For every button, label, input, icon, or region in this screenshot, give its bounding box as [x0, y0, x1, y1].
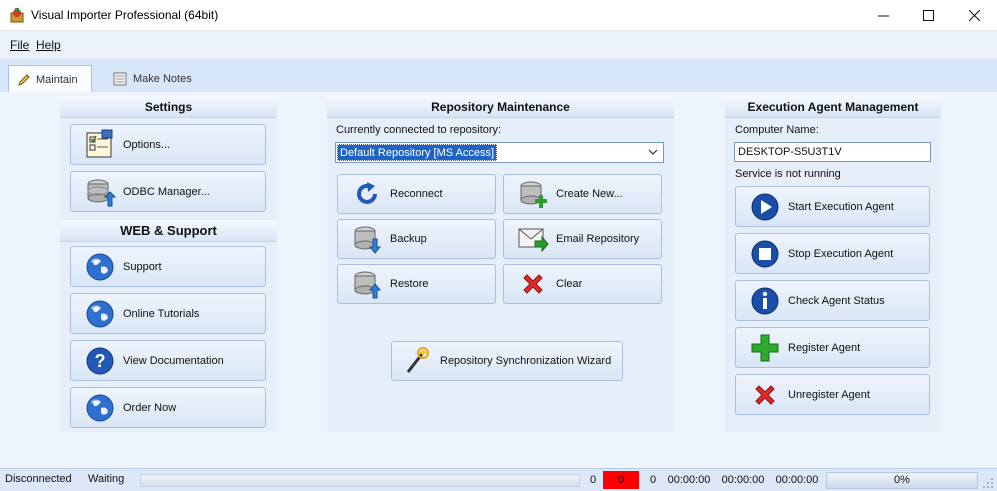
reconnect-button[interactable]: Reconnect	[337, 174, 496, 214]
options-button[interactable]: Options...	[70, 124, 266, 165]
tab-maintain-label: Maintain	[36, 74, 78, 86]
status-bar: Disconnected Waiting 0 0 0 00:00:00 00:0…	[0, 468, 997, 491]
tab-make-notes[interactable]: Make Notes	[104, 65, 200, 93]
minimize-icon	[877, 15, 889, 17]
overall-progress-bar: 0%	[826, 472, 978, 489]
timer-2: 00:00:00	[721, 474, 765, 486]
repository-selected-value: Default Repository [MS Access]	[337, 144, 498, 161]
red-x-icon	[748, 379, 782, 411]
connection-status: Disconnected	[5, 473, 72, 485]
plus-icon	[748, 332, 782, 364]
error-counter: 0	[603, 471, 639, 489]
globe-icon	[83, 298, 117, 330]
sync-wizard-label: Repository Synchronization Wizard	[440, 355, 612, 367]
stop-icon	[748, 238, 782, 270]
timer-3: 00:00:00	[775, 474, 819, 486]
repository-header: Repository Maintenance	[327, 96, 674, 118]
support-button[interactable]: Support	[70, 246, 266, 287]
check-agent-status-label: Check Agent Status	[788, 294, 885, 307]
pencil-icon	[18, 74, 30, 86]
order-now-button[interactable]: Order Now	[70, 387, 266, 428]
restore-button[interactable]: Restore	[337, 264, 496, 304]
globe-icon	[83, 392, 117, 424]
web-support-header: WEB & Support	[60, 220, 277, 242]
tab-make-notes-label: Make Notes	[133, 73, 192, 85]
red-x-icon	[516, 268, 550, 300]
options-label: Options...	[123, 138, 171, 151]
chevron-down-icon	[648, 149, 658, 155]
title-bar: Visual Importer Professional (64bit)	[0, 0, 997, 31]
maintain-tab-content: Settings Options... ODBC Manager... WEB …	[0, 92, 997, 468]
view-documentation-label: View Documentation	[123, 354, 224, 367]
timer-1: 00:00:00	[667, 474, 711, 486]
minimize-button[interactable]	[860, 0, 906, 31]
create-new-label: Create New...	[556, 188, 623, 200]
computer-name-label: Computer Name:	[735, 124, 819, 136]
unregister-agent-button[interactable]: Unregister Agent	[735, 374, 930, 415]
menu-help[interactable]: Help	[36, 38, 61, 52]
start-agent-button[interactable]: Start Execution Agent	[735, 186, 930, 227]
agent-header: Execution Agent Management	[725, 96, 941, 118]
sync-wizard-button[interactable]: Repository Synchronization Wizard	[391, 341, 623, 381]
support-label: Support	[123, 260, 162, 273]
reconnect-label: Reconnect	[390, 188, 443, 200]
clear-button[interactable]: Clear	[503, 264, 662, 304]
check-agent-status-button[interactable]: Check Agent Status	[735, 280, 930, 321]
app-icon	[10, 8, 24, 23]
counter-1: 0	[589, 474, 597, 486]
notebook-icon	[113, 72, 127, 86]
create-new-button[interactable]: Create New...	[503, 174, 662, 214]
start-agent-label: Start Execution Agent	[788, 200, 894, 213]
maximize-button[interactable]	[905, 0, 951, 31]
backup-label: Backup	[390, 233, 427, 245]
close-button[interactable]	[951, 0, 997, 31]
globe-icon	[83, 251, 117, 283]
help-icon: ?	[83, 345, 117, 377]
service-status-text: Service is not running	[735, 168, 841, 180]
info-icon	[748, 285, 782, 317]
menu-bar: File Help	[0, 31, 997, 59]
online-tutorials-button[interactable]: Online Tutorials	[70, 293, 266, 334]
repository-select[interactable]: Default Repository [MS Access]	[335, 142, 664, 163]
order-now-label: Order Now	[123, 401, 177, 414]
database-add-icon	[516, 178, 550, 210]
email-repository-button[interactable]: Email Repository	[503, 219, 662, 259]
clear-label: Clear	[556, 278, 583, 290]
register-agent-label: Register Agent	[788, 341, 861, 354]
options-icon	[83, 129, 117, 161]
menu-file[interactable]: File	[10, 38, 29, 52]
activity-status: Waiting	[88, 473, 125, 485]
odbc-manager-button[interactable]: ODBC Manager...	[70, 171, 266, 212]
maximize-icon	[922, 10, 934, 21]
resize-grip-icon[interactable]	[982, 477, 994, 489]
database-icon	[83, 176, 117, 208]
email-repository-label: Email Repository	[556, 233, 640, 245]
activity-progress-track	[140, 474, 580, 487]
magic-wand-icon	[400, 345, 434, 377]
counter-3: 0	[649, 474, 657, 486]
tab-maintain[interactable]: Maintain	[8, 65, 92, 94]
email-icon	[516, 223, 550, 255]
play-icon	[748, 191, 782, 223]
database-backup-icon	[350, 223, 384, 255]
backup-button[interactable]: Backup	[337, 219, 496, 259]
refresh-icon	[350, 178, 384, 210]
svg-text:?: ?	[95, 351, 106, 371]
register-agent-button[interactable]: Register Agent	[735, 327, 930, 368]
window-title: Visual Importer Professional (64bit)	[31, 8, 219, 22]
connected-repository-label: Currently connected to repository:	[336, 124, 502, 136]
unregister-agent-label: Unregister Agent	[788, 388, 870, 401]
odbc-manager-label: ODBC Manager...	[123, 185, 210, 198]
stop-agent-label: Stop Execution Agent	[788, 247, 894, 260]
view-documentation-button[interactable]: ? View Documentation	[70, 340, 266, 381]
settings-header: Settings	[60, 96, 277, 118]
tab-strip: Maintain Make Notes	[0, 59, 997, 94]
online-tutorials-label: Online Tutorials	[123, 307, 200, 320]
close-icon	[968, 10, 980, 21]
computer-name-field[interactable]: DESKTOP-S5U3T1V	[734, 142, 931, 162]
restore-label: Restore	[390, 278, 429, 290]
database-restore-icon	[350, 268, 384, 300]
stop-agent-button[interactable]: Stop Execution Agent	[735, 233, 930, 274]
